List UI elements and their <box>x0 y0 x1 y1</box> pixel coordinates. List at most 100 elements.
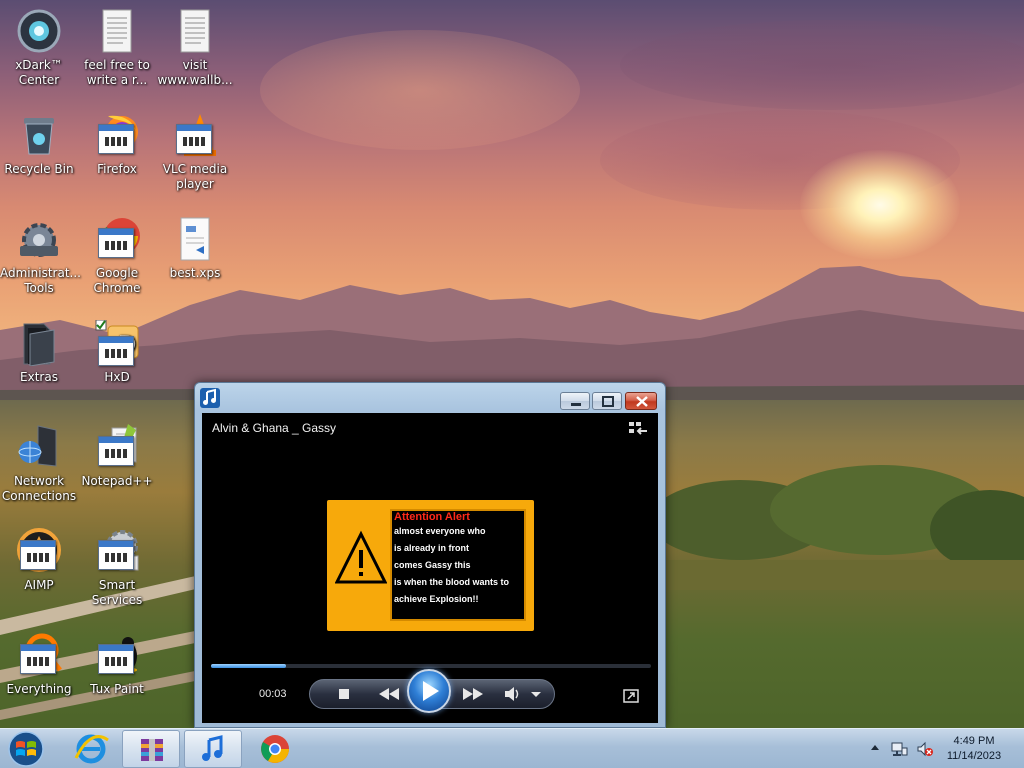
start-button[interactable] <box>6 731 46 767</box>
network-tray-icon[interactable] <box>890 740 908 758</box>
wallpaper-cloud <box>260 30 580 150</box>
desktop-icon-label: Firefox <box>97 162 137 176</box>
wallpaper-bushes <box>660 465 1024 590</box>
recycle-bin-icon <box>24 118 54 155</box>
volume-muted-tray-icon[interactable] <box>916 740 934 758</box>
previous-button[interactable] <box>372 680 406 708</box>
close-icon <box>636 396 648 407</box>
close-button[interactable] <box>625 392 657 410</box>
shortcut-app-icon <box>98 336 134 366</box>
shortcut-app-icon <box>98 540 134 570</box>
shortcut-app-icon <box>20 644 56 674</box>
archive-icon <box>141 739 163 761</box>
now-playing-title: Alvin & Ghana _ Gassy <box>212 421 337 435</box>
desktop-icon-label: Extras <box>20 370 58 384</box>
desktop-icon-label: best.xps <box>169 266 221 280</box>
play-icon <box>423 681 439 701</box>
switch-to-full-mode-icon[interactable] <box>623 689 639 703</box>
media-player-app-icon <box>200 388 220 408</box>
alert-message-panel: Attention Alert almost everyone who is a… <box>390 509 526 621</box>
taskbar-media-player[interactable] <box>184 730 242 768</box>
taskbar-internet-explorer[interactable] <box>62 730 120 768</box>
desktop-icon-label: HxD <box>104 370 130 384</box>
next-button[interactable] <box>456 680 490 708</box>
player-body: Alvin & Ghana _ Gassy Attention Alert al… <box>202 413 658 723</box>
desktop-icon-aimp[interactable]: AIMP <box>0 528 78 593</box>
desktop-icon-feel-free[interactable]: feel free to write a r... <box>78 8 156 88</box>
desktop-icon-everything[interactable]: Everything <box>0 632 78 697</box>
clock-time: 4:49 PM <box>953 735 995 747</box>
desktop-icon-best-xps[interactable]: best.xps <box>156 216 234 281</box>
switch-to-library-icon[interactable] <box>628 420 648 438</box>
seek-bar[interactable] <box>211 664 651 668</box>
network-connections-icon <box>18 425 57 467</box>
desktop-icon-label: feel free to write a r... <box>84 58 150 87</box>
show-hidden-icons-icon[interactable] <box>870 743 880 753</box>
alert-line: is already in front <box>394 543 470 553</box>
text-document-icon <box>102 9 132 53</box>
alert-heading: Attention Alert <box>394 511 470 523</box>
desktop-icon-xdark-center[interactable]: xDark™ Center <box>0 8 78 88</box>
play-button[interactable] <box>407 669 451 713</box>
desktop-icon-label: AIMP <box>24 578 54 592</box>
shortcut-app-icon <box>176 124 212 154</box>
folder-icon <box>23 323 55 367</box>
desktop-icon-google-chrome[interactable]: Google Chrome <box>78 216 156 296</box>
alert-line: comes Gassy this <box>394 560 471 570</box>
desktop-icon-smart-services[interactable]: Smart Services <box>78 528 156 608</box>
alert-line: achieve Explosion!! <box>394 594 479 604</box>
chrome-icon <box>261 735 289 763</box>
desktop-icon-label: VLC media player <box>162 162 228 191</box>
desktop-icon-network-connections[interactable]: Network Connections <box>0 424 78 504</box>
seek-bar-progress <box>211 664 286 668</box>
xdark-center-icon <box>17 9 61 53</box>
desktop-icon-label: visit www.wallb... <box>157 58 233 87</box>
media-player-icon <box>202 735 223 761</box>
shortcut-app-icon <box>98 436 134 466</box>
alert-line: almost everyone who <box>394 526 486 536</box>
attention-alert-frame: Attention Alert almost everyone who is a… <box>327 500 534 631</box>
desktop-icon-label: Tux Paint <box>90 682 144 696</box>
text-document-icon <box>180 9 210 53</box>
warning-triangle-icon <box>335 530 387 584</box>
media-player-window[interactable]: Alvin & Ghana _ Gassy Attention Alert al… <box>194 382 666 728</box>
desktop-icon-hxd[interactable]: D HxD <box>78 319 156 385</box>
taskbar-archive-app[interactable] <box>122 730 180 768</box>
shortcut-app-icon <box>98 228 134 258</box>
desktop-icon-tux-paint[interactable]: Tux Paint <box>78 632 156 697</box>
desktop-icon-extras[interactable]: Extras <box>0 320 78 385</box>
desktop-icon-label: Notepad++ <box>81 474 153 488</box>
desktop-icon-vlc[interactable]: VLC media player <box>156 112 234 192</box>
clock-date: 11/14/2023 <box>946 750 1002 762</box>
desktop-icon-firefox[interactable]: Firefox <box>78 112 156 177</box>
desktop-icon-administrative-tools[interactable]: Administrat... Tools <box>0 216 81 296</box>
desktop-icon-label: Google Chrome <box>93 266 141 295</box>
mute-button[interactable] <box>502 680 522 708</box>
shortcut-app-icon <box>98 124 134 154</box>
xps-document-icon <box>180 217 210 261</box>
desktop-icon-label: Smart Services <box>91 578 143 607</box>
taskbar: 4:49 PM 11/14/2023 <box>0 728 1024 768</box>
wallpaper-cloud <box>620 20 1024 110</box>
desktop-icon-label: xDark™ Center <box>15 58 63 87</box>
shortcut-app-icon <box>20 540 56 570</box>
restore-icon <box>602 396 614 407</box>
stop-button[interactable] <box>332 680 356 708</box>
desktop-icon-visit-wallb[interactable]: visit www.wallb... <box>156 8 234 88</box>
wallpaper-sun <box>800 150 960 260</box>
taskbar-google-chrome[interactable] <box>246 730 304 768</box>
desktop-icon-label: Everything <box>6 682 72 696</box>
desktop-icon-label: Network Connections <box>1 474 77 503</box>
alert-line: is when the blood wants to <box>394 577 510 587</box>
shortcut-app-icon <box>98 644 134 674</box>
desktop-icon-label: Recycle Bin <box>4 162 74 176</box>
restore-button[interactable] <box>592 392 622 410</box>
window-title-bar[interactable] <box>195 383 665 413</box>
desktop-icon-notepad-plus-plus[interactable]: Notepad++ <box>78 424 156 489</box>
volume-dropdown-icon[interactable] <box>528 680 544 708</box>
desktop-icon-recycle-bin[interactable]: Recycle Bin <box>0 112 78 177</box>
taskbar-clock[interactable]: 4:49 PM 11/14/2023 <box>938 734 1010 764</box>
minimize-icon <box>571 403 581 406</box>
elapsed-time: 00:03 <box>259 688 287 700</box>
minimize-button[interactable] <box>560 392 590 410</box>
